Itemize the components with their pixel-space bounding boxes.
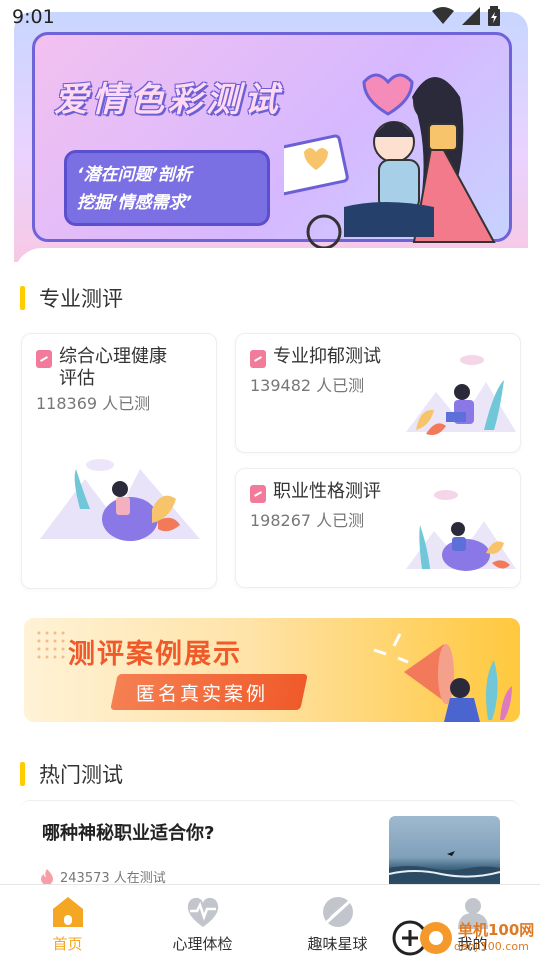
- nav-label-planet: 趣味星球: [307, 935, 368, 953]
- card-head: 综合心理健康 评估: [36, 346, 167, 390]
- watermark-text: 单机100网: [458, 921, 535, 939]
- site-watermark: 单机100网 danji100.com: [392, 915, 540, 960]
- megaphone-illustration: [373, 633, 512, 722]
- banner-tag: ‘潜在问题’剖析 挖掘‘情感需求’: [64, 150, 270, 226]
- section-hot: 热门测试: [20, 759, 123, 789]
- nav-label-home: 首页: [52, 935, 83, 953]
- nav-label-checkup: 心理体检: [172, 935, 233, 953]
- banner-bottom-curve: [14, 248, 528, 262]
- hot-test-card[interactable]: 哪种神秘职业适合你? 243573 人在测试: [20, 800, 520, 891]
- status-bar: 9:01: [0, 0, 540, 34]
- home-icon: [52, 897, 83, 927]
- card-count: 139482 人已测: [250, 376, 365, 395]
- fire-icon: [41, 868, 53, 885]
- card-count: 198267 人已测: [250, 511, 365, 530]
- case-banner-title: 测评案例展示: [68, 639, 242, 670]
- reading-person-illustration: [40, 459, 200, 541]
- banner-tag-line1: ‘潜在问题’剖析: [77, 165, 192, 185]
- test-card-mental-health[interactable]: 综合心理健康 评估 118369 人已测: [21, 333, 217, 589]
- planet-icon: [322, 897, 353, 927]
- document-icon: [250, 350, 266, 368]
- laptop-person-illustration: [406, 355, 516, 435]
- hot-test-thumbnail: [389, 816, 500, 891]
- case-showcase-banner[interactable]: 测评案例展示 匿名真实案例: [24, 618, 520, 722]
- card-title: 职业性格测评: [273, 481, 381, 502]
- status-icons: [432, 6, 500, 26]
- sea-image: [389, 851, 500, 891]
- beanbag-person-illustration: [406, 490, 516, 571]
- card-head: 职业性格测评: [250, 481, 381, 503]
- section-title-professional: 专业测评: [39, 287, 123, 311]
- heart-pulse-icon: [187, 897, 218, 927]
- card-title-line2: 评估: [59, 368, 95, 389]
- section-title-hot: 热门测试: [39, 763, 123, 787]
- watermark-logo: [392, 920, 452, 956]
- signal-icon: [462, 7, 480, 25]
- status-time: 9:01: [12, 6, 55, 28]
- banner-title: 爱情色彩测试: [54, 80, 282, 120]
- banner-tag-line2: 挖掘‘情感需求’: [77, 193, 192, 213]
- hot-test-title: 哪种神秘职业适合你?: [42, 823, 215, 844]
- nav-checkup[interactable]: 心理体检: [135, 885, 270, 960]
- case-banner-subtitle: 匿名真实案例: [136, 683, 269, 705]
- nav-home[interactable]: 首页: [0, 885, 135, 960]
- card-count: 118369 人已测: [36, 394, 151, 413]
- section-accent-bar: [20, 286, 25, 310]
- wifi-icon: [432, 7, 454, 24]
- watermark-url: danji100.com: [454, 940, 529, 953]
- battery-icon: [488, 6, 500, 26]
- document-icon: [250, 485, 266, 503]
- dot-pattern: [37, 631, 65, 659]
- document-icon: [36, 350, 52, 368]
- nav-planet[interactable]: 趣味星球: [270, 885, 405, 960]
- hero-banner[interactable]: 爱情色彩测试 ‘潜在问题’剖析 挖掘‘情感需求’: [14, 12, 528, 262]
- test-card-career-personality[interactable]: 职业性格测评 198267 人已测: [235, 468, 521, 588]
- card-title: 综合心理健康: [59, 346, 167, 367]
- couple-illustration: [284, 73, 496, 250]
- card-head: 专业抑郁测试: [250, 346, 381, 368]
- test-card-depression[interactable]: 专业抑郁测试 139482 人已测: [235, 333, 521, 453]
- card-title: 专业抑郁测试: [273, 346, 381, 367]
- section-accent-bar: [20, 762, 25, 786]
- section-professional: 专业测评: [20, 283, 123, 313]
